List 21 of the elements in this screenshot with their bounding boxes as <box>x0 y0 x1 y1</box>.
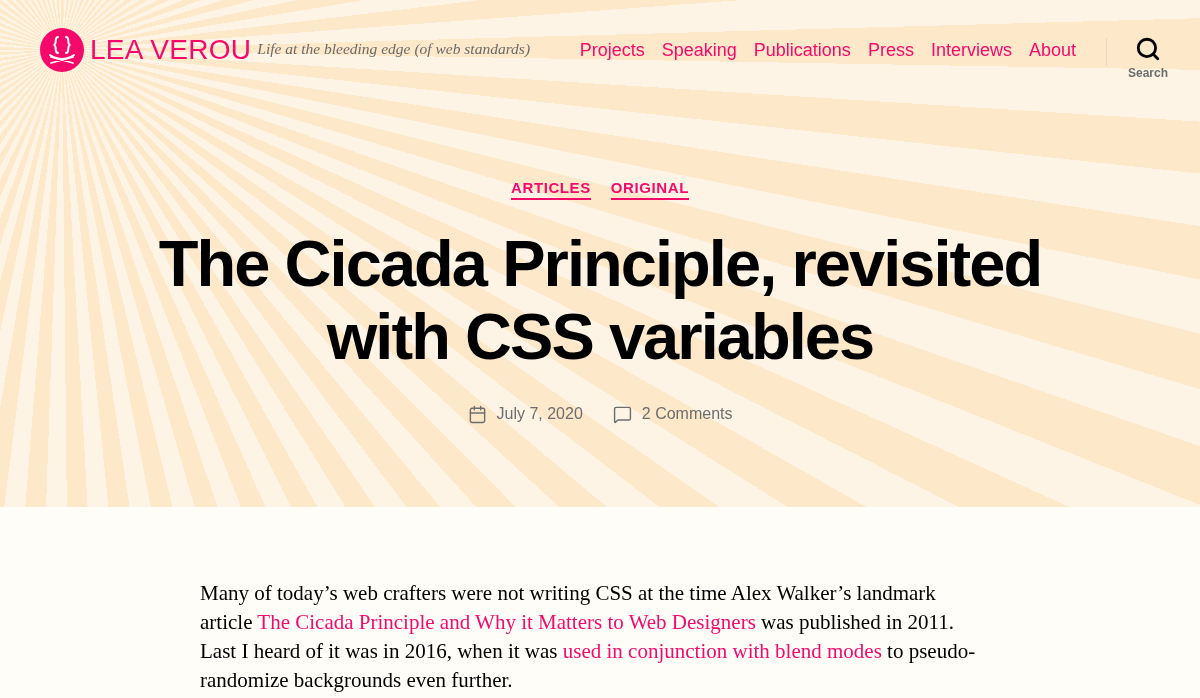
article-link[interactable]: The Cicada Principle and Why it Matters to Web Designers <box>257 610 756 634</box>
category-link[interactable]: ARTICLES <box>511 178 591 200</box>
nav-link[interactable]: Projects <box>579 38 645 62</box>
site-tagline: Life at the bleeding edge (of web standards) <box>257 39 531 59</box>
category-link[interactable]: ORIGINAL <box>610 178 689 200</box>
logo-icon[interactable] <box>40 28 84 72</box>
nav-link[interactable]: About <box>1028 38 1076 62</box>
post-title: The Cicada Principle, revisited with CSS variables <box>157 227 1043 373</box>
nav-link[interactable]: Interviews <box>930 38 1012 62</box>
search-button[interactable]: Search <box>1127 28 1168 80</box>
nav-link[interactable]: Speaking <box>661 38 737 62</box>
comment-icon <box>612 404 632 424</box>
site-title[interactable]: LEA VEROU <box>90 33 252 67</box>
post-date[interactable]: July 7, 2020 <box>496 403 583 425</box>
nav-link[interactable]: Press <box>867 38 914 62</box>
comments-link[interactable]: 2 Comments <box>641 403 733 425</box>
nav-link[interactable]: Publications <box>753 38 851 62</box>
article-paragraph: Many of today’s web crafters were not writing CSS at the time Alex Walker’s landmark article The Cicada Principle and Why it Matters to Web Designers was published in 2011. Last I heard of it was in 2016, when it was used in conjunction with blend modes to pseudo-randomize backgrounds even further. <box>200 580 977 694</box>
article-link[interactable]: used in conjunction with blend modes <box>562 639 882 663</box>
search-icon <box>1135 36 1161 62</box>
calendar-icon <box>467 404 487 424</box>
